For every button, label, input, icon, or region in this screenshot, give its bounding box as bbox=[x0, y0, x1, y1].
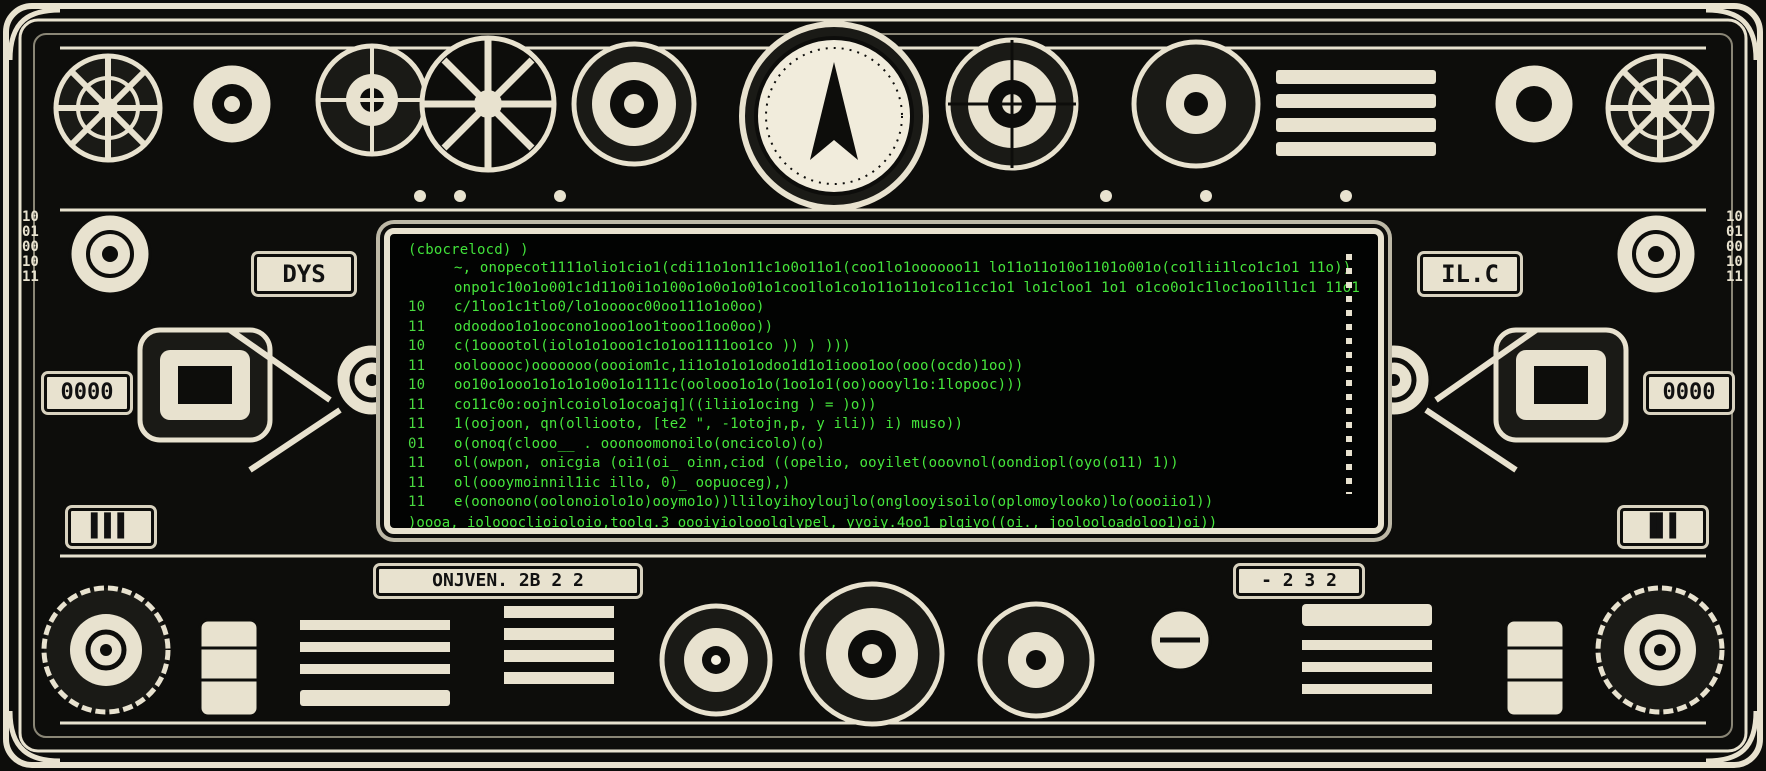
line-text: c/1loo1c1tlo0/lo1ooooc00oo111o1o0oo) bbox=[454, 299, 765, 315]
terminal-header: (cbocrelocd) ) bbox=[408, 242, 529, 258]
ornate-frame: 1001001011 1001001011 DYS IL.C 0000 0000… bbox=[0, 0, 1766, 771]
line-number: 10 bbox=[408, 377, 426, 393]
line-number: 11 bbox=[408, 396, 426, 413]
line-number bbox=[408, 259, 454, 279]
terminal-line: 10 c(1ooootol(iolo1o1ooo1c1o1oo1111oo1co … bbox=[408, 337, 1360, 357]
terminal-line: 10 oo10o1ooo1o1o1o1o0o1o1111c(oolooo1o1o(… bbox=[408, 376, 1360, 396]
knob-icon bbox=[190, 62, 274, 146]
compass-dial-icon bbox=[739, 21, 929, 211]
cog-wheel-icon bbox=[571, 41, 697, 167]
terminal-line: 11 oolooooc)ooooooo(oooiom1c,1i1o1o1o1odo… bbox=[408, 357, 1360, 377]
line-number: 10 bbox=[408, 338, 426, 354]
gear-icon bbox=[53, 53, 163, 163]
terminal-line: 11 ol(oooymoinnil1ic illo, 0)_ oopuoceg),… bbox=[408, 474, 1360, 494]
line-text: ol(owpon, onicgia (oi1(oi_ oinn,ciod ((o… bbox=[454, 455, 1179, 471]
knob-icon bbox=[659, 603, 773, 717]
line-number: 11 bbox=[408, 494, 426, 510]
line-number: 11 bbox=[408, 455, 426, 471]
line-text: oo10o1ooo1o1o1o1o0o1o1111c(oolooo1o1o(1o… bbox=[454, 377, 1024, 393]
scroll-indicator bbox=[1346, 254, 1352, 494]
speaker-icon bbox=[1614, 212, 1698, 296]
cog-wheel-icon bbox=[799, 581, 945, 727]
speaker-icon bbox=[68, 212, 152, 296]
knob-icon bbox=[1492, 62, 1576, 146]
right-counter-plate: 0000 bbox=[1646, 374, 1732, 412]
line-text: c(1ooootol(iolo1o1ooo1c1o1oo1111oo1co ))… bbox=[454, 338, 851, 354]
terminal-line: 11 co11c0o:oojnlcoiolo1ocoajq]((iliio1oci… bbox=[408, 396, 1360, 416]
side-binary-left: 1001001011 bbox=[22, 209, 39, 285]
cog-wheel-icon bbox=[945, 37, 1079, 171]
knob-icon bbox=[1148, 608, 1212, 672]
line-number: 11 bbox=[408, 416, 426, 432]
line-text: odoodoo1o1oocono1ooo1oo1tooo11oo0oo)) bbox=[454, 318, 774, 335]
terminal-body: ~, onopecot1111olio1cio1(cdi11o1on11c1o0… bbox=[408, 259, 1360, 513]
left-nameplate: DYS bbox=[254, 254, 354, 294]
gear-icon bbox=[1595, 585, 1725, 715]
fan-icon bbox=[419, 35, 557, 173]
gear-icon bbox=[1605, 53, 1715, 163]
terminal-line: 01 o(onoq(clooo__ . ooonoomonoilo(oncicol… bbox=[408, 435, 1360, 455]
line-text: onpo1c10o1o001c1d11o0i1o100o1o0o1o01o1co… bbox=[454, 279, 1360, 296]
left-lower-plate: ▌▌▌ bbox=[68, 508, 154, 546]
line-number: 11 bbox=[408, 474, 426, 491]
terminal-screen: (cbocrelocd) ) ~, onopecot1111olio1cio1(… bbox=[384, 228, 1384, 534]
line-text: oolooooc)ooooooo(oooiom1c,1i1o1o1o1odoo1… bbox=[454, 357, 1024, 374]
terminal-line: 11 1(oojoon, qn(olliooto, [te2 ", -1otojn… bbox=[408, 415, 1360, 435]
line-text: o(onoq(clooo__ . ooonoomonoilo(oncicolo)… bbox=[454, 435, 826, 452]
terminal-line: onpo1c10o1o001c1d11o0i1o100o1o0o1o01o1co… bbox=[408, 279, 1360, 299]
right-nameplate: IL.C bbox=[1420, 254, 1520, 294]
gear-icon bbox=[977, 601, 1095, 719]
terminal-footer: )oooa, ioloooclioioloio,toolg.3 oooiyiol… bbox=[408, 514, 1218, 531]
terminal-line: 10 c/1loo1c1tlo0/lo1ooooc00oo111o1o0oo) bbox=[408, 298, 1360, 318]
gear-icon bbox=[41, 585, 171, 715]
line-number: 11 bbox=[408, 357, 426, 374]
bottom-right-label: - 2 3 2 bbox=[1236, 566, 1362, 596]
line-number: 11 bbox=[408, 318, 426, 335]
gear-icon bbox=[1131, 39, 1261, 169]
right-lower-plate: ▐▌▌ bbox=[1620, 508, 1706, 546]
line-text: ~, onopecot1111olio1cio1(cdi11o1on11c1o0… bbox=[454, 260, 1352, 276]
line-number bbox=[408, 279, 454, 299]
line-text: e(oonoono(oolonoiolo1o)ooymo1o))lliloyih… bbox=[454, 494, 1214, 510]
line-text: co11c0o:oojnlcoiolo1ocoajq]((iliio1ocing… bbox=[454, 396, 877, 413]
left-counter-plate: 0000 bbox=[44, 374, 130, 412]
side-binary-right: 1001001011 bbox=[1726, 209, 1743, 285]
gear-icon bbox=[315, 43, 429, 157]
terminal-line: ~, onopecot1111olio1cio1(cdi11o1on11c1o0… bbox=[408, 259, 1360, 279]
line-text: 1(oojoon, qn(olliooto, [te2 ", -1otojn,p… bbox=[454, 416, 964, 432]
terminal-line: 11 ol(owpon, onicgia (oi1(oi_ oinn,ciod (… bbox=[408, 454, 1360, 474]
line-text: ol(oooymoinnil1ic illo, 0)_ oopuoceg),) bbox=[454, 474, 791, 491]
terminal-line: 11 odoodoo1o1oocono1ooo1oo1tooo11oo0oo)) bbox=[408, 318, 1360, 338]
terminal-line: 11 e(oonoono(oolonoiolo1o)ooymo1o))lliloy… bbox=[408, 493, 1360, 513]
line-number: 10 bbox=[408, 299, 426, 315]
line-number: 01 bbox=[408, 435, 426, 452]
bottom-left-label: ONJVEN. 2B 2 2 bbox=[376, 566, 640, 596]
